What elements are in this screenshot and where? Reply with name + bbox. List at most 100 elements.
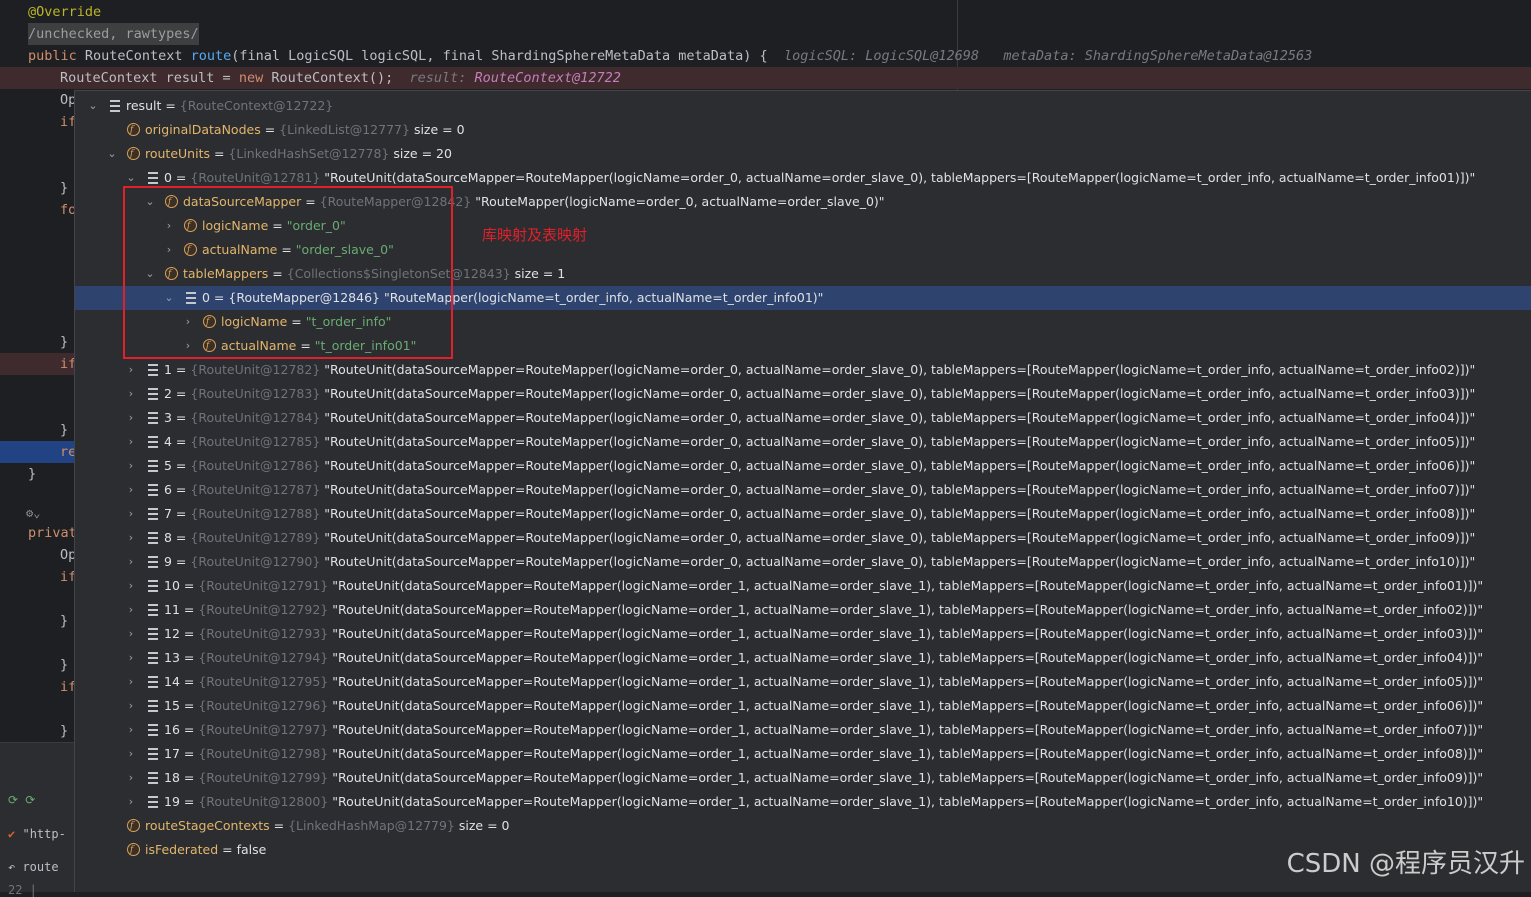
tree-row-unit[interactable]: › 18 = {RouteUnit@12799} "RouteUnit(dataS… xyxy=(75,766,1531,790)
unit-text: 11 = {RouteUnit@12792} "RouteUnit(dataSo… xyxy=(164,602,1484,617)
tree-row-unit[interactable]: › 16 = {RouteUnit@12797} "RouteUnit(dataS… xyxy=(75,718,1531,742)
unit-index: 9 xyxy=(164,554,172,569)
expand-icon[interactable]: › xyxy=(125,670,137,694)
code-stub-brace: } xyxy=(60,180,69,196)
code-stub-brace-6: } xyxy=(60,723,69,739)
expand-icon[interactable]: › xyxy=(125,598,137,622)
unit-index: 4 xyxy=(164,434,172,449)
debug-panel-stub: ⟳ ⟳ ✔ "http- ↶ route 22 | xyxy=(0,742,74,897)
highlight-box xyxy=(123,186,453,359)
object-icon xyxy=(148,388,158,400)
object-icon xyxy=(148,508,158,520)
object-icon xyxy=(148,628,158,640)
expand-icon[interactable]: › xyxy=(125,382,137,406)
collapse-icon[interactable]: ⌄ xyxy=(106,142,118,166)
tree-row-unit[interactable]: › 7 = {RouteUnit@12788} "RouteUnit(dataSo… xyxy=(75,502,1531,526)
tree-row-unit[interactable]: › 11 = {RouteUnit@12792} "RouteUnit(dataS… xyxy=(75,598,1531,622)
unit-ref: {RouteUnit@12787} xyxy=(190,482,321,497)
expand-icon[interactable]: › xyxy=(125,502,137,526)
code-close-brace: } xyxy=(28,466,37,482)
unit-index: 11 xyxy=(164,602,180,617)
expand-icon[interactable]: › xyxy=(125,742,137,766)
expand-icon[interactable]: › xyxy=(125,550,137,574)
expand-icon[interactable]: › xyxy=(125,478,137,502)
expand-icon[interactable]: › xyxy=(125,718,137,742)
tree-row-unit[interactable]: › 14 = {RouteUnit@12795} "RouteUnit(dataS… xyxy=(75,670,1531,694)
unit-index: 5 xyxy=(164,458,172,473)
unit-value: "RouteUnit(dataSourceMapper=RouteMapper(… xyxy=(332,746,1484,761)
collapse-icon[interactable]: ⌄ xyxy=(87,94,99,118)
tree-row-original-data-nodes[interactable]: originalDataNodes = {LinkedList@12777} s… xyxy=(75,118,1531,142)
unit-text: 12 = {RouteUnit@12793} "RouteUnit(dataSo… xyxy=(164,626,1484,641)
tree-row-unit[interactable]: › 6 = {RouteUnit@12787} "RouteUnit(dataSo… xyxy=(75,478,1531,502)
expand-icon[interactable]: › xyxy=(125,430,137,454)
annotation-note: 库映射及表映射 xyxy=(482,226,588,244)
object-icon xyxy=(148,676,158,688)
unit-value: "RouteUnit(dataSourceMapper=RouteMapper(… xyxy=(332,602,1484,617)
unit-text: 4 = {RouteUnit@12785} "RouteUnit(dataSou… xyxy=(164,434,1476,449)
expand-icon[interactable]: › xyxy=(125,406,137,430)
tree-row-unit[interactable]: › 3 = {RouteUnit@12784} "RouteUnit(dataSo… xyxy=(75,406,1531,430)
tree-row-unit[interactable]: › 9 = {RouteUnit@12790} "RouteUnit(dataSo… xyxy=(75,550,1531,574)
object-icon xyxy=(110,100,120,112)
unit-index: 3 xyxy=(164,410,172,425)
tree-row-unit[interactable]: › 2 = {RouteUnit@12783} "RouteUnit(dataSo… xyxy=(75,382,1531,406)
expand-icon[interactable]: › xyxy=(125,358,137,382)
tree-row-unit[interactable]: › 19 = {RouteUnit@12800} "RouteUnit(dataS… xyxy=(75,790,1531,814)
unit-index: 10 xyxy=(164,578,180,593)
unit-ref: {RouteUnit@12790} xyxy=(190,554,321,569)
unit-index: 1 xyxy=(164,362,172,377)
unit-text: 1 = {RouteUnit@12782} "RouteUnit(dataSou… xyxy=(164,362,1476,377)
tree-row-unit[interactable]: › 1 = {RouteUnit@12782} "RouteUnit(dataSo… xyxy=(75,358,1531,382)
expand-icon[interactable]: › xyxy=(125,622,137,646)
unit-value: "RouteUnit(dataSourceMapper=RouteMapper(… xyxy=(332,722,1484,737)
unit-index: 15 xyxy=(164,698,180,713)
field-icon xyxy=(127,814,140,838)
code-line-signature: public RouteContext route(final LogicSQL… xyxy=(28,48,1313,64)
tree-row-route-stage-contexts[interactable]: routeStageContexts = {LinkedHashMap@1277… xyxy=(75,814,1531,838)
frame-item[interactable]: ↶ route xyxy=(8,860,74,874)
unit-text: 7 = {RouteUnit@12788} "RouteUnit(dataSou… xyxy=(164,506,1476,521)
field-icon xyxy=(127,118,140,142)
expand-icon[interactable]: › xyxy=(125,646,137,670)
unit-text: 19 = {RouteUnit@12800} "RouteUnit(dataSo… xyxy=(164,794,1484,809)
unit-ref: {RouteUnit@12798} xyxy=(198,746,329,761)
unit-ref: {RouteUnit@12796} xyxy=(198,698,329,713)
tree-row-result[interactable]: ⌄ result = {RouteContext@12722} xyxy=(75,94,1531,118)
unit-value: "RouteUnit(dataSourceMapper=RouteMapper(… xyxy=(324,554,1476,569)
unit-ref: {RouteUnit@12783} xyxy=(190,386,321,401)
unit-ref: {RouteUnit@12800} xyxy=(198,794,329,809)
expand-icon[interactable]: › xyxy=(125,766,137,790)
rerun-icon[interactable]: ⟳ ⟳ xyxy=(8,793,74,807)
gutter-settings-icon[interactable]: ⚙⌄ xyxy=(26,506,40,520)
thread-item[interactable]: ✔ "http- xyxy=(8,827,74,841)
object-icon xyxy=(148,580,158,592)
unit-value: "RouteUnit(dataSourceMapper=RouteMapper(… xyxy=(324,362,1476,377)
code-line-result: RouteContext result = new RouteContext()… xyxy=(60,70,621,86)
expand-icon[interactable]: › xyxy=(125,526,137,550)
object-icon xyxy=(148,724,158,736)
unit-text: 3 = {RouteUnit@12784} "RouteUnit(dataSou… xyxy=(164,410,1476,425)
tree-row-unit[interactable]: › 17 = {RouteUnit@12798} "RouteUnit(dataS… xyxy=(75,742,1531,766)
unit-value: "RouteUnit(dataSourceMapper=RouteMapper(… xyxy=(324,530,1476,545)
expand-icon[interactable]: › xyxy=(125,694,137,718)
expand-icon[interactable]: › xyxy=(125,574,137,598)
unit-ref: {RouteUnit@12785} xyxy=(190,434,321,449)
object-icon xyxy=(148,532,158,544)
expand-icon[interactable]: › xyxy=(125,790,137,814)
tree-row-unit[interactable]: › 15 = {RouteUnit@12796} "RouteUnit(dataS… xyxy=(75,694,1531,718)
object-icon xyxy=(148,700,158,712)
expand-icon[interactable]: › xyxy=(125,454,137,478)
unit-ref: {RouteUnit@12789} xyxy=(190,530,321,545)
tree-row-unit[interactable]: › 8 = {RouteUnit@12789} "RouteUnit(dataSo… xyxy=(75,526,1531,550)
tree-row-unit[interactable]: › 4 = {RouteUnit@12785} "RouteUnit(dataSo… xyxy=(75,430,1531,454)
object-icon xyxy=(148,484,158,496)
tree-row-unit[interactable]: › 5 = {RouteUnit@12786} "RouteUnit(dataSo… xyxy=(75,454,1531,478)
tree-row-unit[interactable]: › 12 = {RouteUnit@12793} "RouteUnit(dataS… xyxy=(75,622,1531,646)
tree-row-unit[interactable]: › 13 = {RouteUnit@12794} "RouteUnit(dataS… xyxy=(75,646,1531,670)
unit-value: "RouteUnit(dataSourceMapper=RouteMapper(… xyxy=(332,698,1484,713)
tree-row-unit[interactable]: › 10 = {RouteUnit@12791} "RouteUnit(dataS… xyxy=(75,574,1531,598)
unit-value: "RouteUnit(dataSourceMapper=RouteMapper(… xyxy=(332,650,1484,665)
tree-row-route-units[interactable]: ⌄ routeUnits = {LinkedHashSet@12778} siz… xyxy=(75,142,1531,166)
frame-line: 22 | xyxy=(8,883,37,897)
